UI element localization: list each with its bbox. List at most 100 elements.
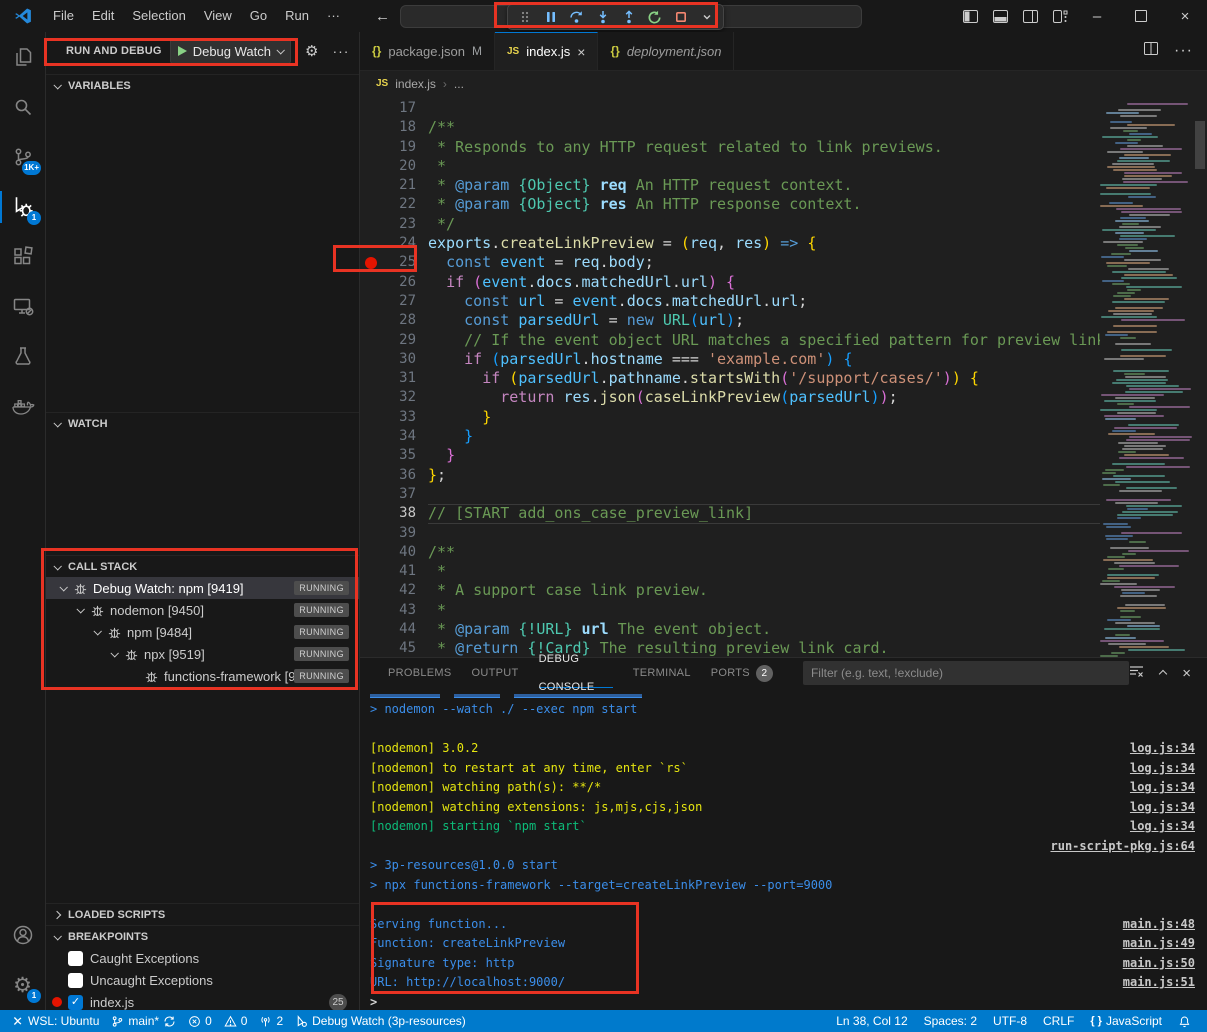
- section-loaded-scripts[interactable]: LOADED SCRIPTS: [46, 903, 359, 926]
- code-text[interactable]: }: [428, 427, 1100, 446]
- breakpoint-slot[interactable]: [360, 176, 382, 195]
- breakpoint-slot[interactable]: [360, 253, 382, 272]
- status-debug-item[interactable]: Debug Watch (3p-resources): [289, 1010, 472, 1032]
- source-link[interactable]: log.js:34: [1130, 759, 1195, 779]
- code-text[interactable]: [428, 524, 1100, 543]
- activity-item-docker[interactable]: [0, 382, 45, 432]
- breakpoint-slot[interactable]: [360, 581, 382, 600]
- menu-item-moremoremore[interactable]: ···: [318, 0, 349, 32]
- gutter[interactable]: 28: [360, 311, 428, 330]
- source-link[interactable]: log.js:34: [1130, 778, 1195, 798]
- minimize-button[interactable]: –: [1075, 1, 1119, 31]
- gutter[interactable]: 19: [360, 138, 428, 157]
- breakpoint-slot[interactable]: [360, 292, 382, 311]
- code-text[interactable]: * @return {!Card} The resulting preview …: [428, 639, 1100, 657]
- breakpoint-slot[interactable]: [360, 601, 382, 620]
- section-breakpoints[interactable]: BREAKPOINTS: [46, 925, 359, 948]
- panel-tab-ports[interactable]: PORTS2: [711, 658, 773, 688]
- status-warning-item[interactable]: 0: [218, 1010, 254, 1032]
- breadcrumb-file[interactable]: index.js: [395, 77, 436, 91]
- panel-tab-terminal[interactable]: TERMINAL: [633, 658, 691, 688]
- breakpoint-dot-icon[interactable]: [365, 257, 377, 269]
- gutter[interactable]: 38: [360, 504, 428, 523]
- call-stack-row[interactable]: functions-framework [954...RUNNING: [46, 665, 359, 687]
- code-text[interactable]: if (event.docs.matchedUrl.url) {: [428, 273, 1100, 292]
- tab-package.json[interactable]: {}package.jsonM: [360, 32, 495, 70]
- pause-icon[interactable]: [539, 6, 562, 28]
- debug-settings-gear-icon[interactable]: ⚙: [305, 42, 318, 60]
- breakpoint-slot[interactable]: [360, 195, 382, 214]
- breakpoint-slot[interactable]: [360, 138, 382, 157]
- status-text-item[interactable]: CRLF: [1035, 1014, 1082, 1028]
- breadcrumb[interactable]: JS index.js › ...: [360, 71, 1207, 96]
- checkbox[interactable]: [68, 951, 83, 966]
- gutter[interactable]: 40: [360, 543, 428, 562]
- breakpoint-slot[interactable]: [360, 524, 382, 543]
- gutter[interactable]: 31: [360, 369, 428, 388]
- chevron-down-icon[interactable]: [695, 6, 718, 28]
- code-text[interactable]: };: [428, 466, 1100, 485]
- code-text[interactable]: if (parsedUrl.hostname === 'example.com'…: [428, 350, 1100, 369]
- status-braces-item[interactable]: { }JavaScript: [1082, 1014, 1170, 1028]
- breakpoint-slot[interactable]: [360, 311, 382, 330]
- breakpoint-slot[interactable]: [360, 543, 382, 562]
- code-text[interactable]: * @param {Object} req An HTTP request co…: [428, 176, 1100, 195]
- breakpoint-row[interactable]: ✓index.js25: [46, 991, 359, 1010]
- gutter[interactable]: 39: [360, 524, 428, 543]
- close-button[interactable]: ×: [1163, 1, 1207, 31]
- breakpoint-row[interactable]: Uncaught Exceptions: [46, 969, 359, 991]
- gutter[interactable]: 45: [360, 639, 428, 657]
- gutter[interactable]: 18: [360, 118, 428, 137]
- breakpoint-slot[interactable]: [360, 446, 382, 465]
- code-text[interactable]: // [START add_ons_case_preview_link]: [428, 504, 1100, 523]
- start-debug-icon[interactable]: [178, 46, 187, 56]
- menu-item-go[interactable]: Go: [241, 0, 276, 32]
- debug-console[interactable]: > nodemon --watch ./ --exec npm start[no…: [360, 688, 1207, 1010]
- activity-item-extensions[interactable]: [0, 232, 45, 282]
- launch-config-dropdown[interactable]: Debug Watch: [170, 38, 291, 64]
- activity-item-remote-explorer[interactable]: [0, 282, 45, 332]
- gutter[interactable]: 37: [360, 485, 428, 504]
- gutter[interactable]: 20: [360, 157, 428, 176]
- gutter[interactable]: 23: [360, 215, 428, 234]
- breakpoint-slot[interactable]: [360, 485, 382, 504]
- restart-icon[interactable]: [643, 6, 666, 28]
- status-bell-item[interactable]: [1170, 1015, 1199, 1028]
- code-text[interactable]: if (parsedUrl.pathname.startsWith('/supp…: [428, 369, 1100, 388]
- call-stack-row[interactable]: npx [9519]RUNNING: [46, 643, 359, 665]
- gutter[interactable]: 36: [360, 466, 428, 485]
- code-text[interactable]: *: [428, 601, 1100, 620]
- call-stack-row[interactable]: Debug Watch: npm [9419]RUNNING: [46, 577, 359, 599]
- step-into-icon[interactable]: [591, 6, 614, 28]
- breakpoint-slot[interactable]: [360, 388, 382, 407]
- close-tab-icon[interactable]: ×: [577, 44, 585, 60]
- editor-more-icon[interactable]: ···: [1174, 42, 1193, 60]
- code-text[interactable]: * @param {Object} res An HTTP response c…: [428, 195, 1100, 214]
- breadcrumb-symbol[interactable]: ...: [454, 77, 464, 91]
- source-link[interactable]: main.js:50: [1123, 954, 1195, 974]
- call-stack-row[interactable]: nodemon [9450]RUNNING: [46, 599, 359, 621]
- console-filter-input[interactable]: [803, 661, 1129, 685]
- code-text[interactable]: * Responds to any HTTP request related t…: [428, 138, 1100, 157]
- editor-scrollbar[interactable]: [1193, 96, 1207, 657]
- gutter[interactable]: 42: [360, 581, 428, 600]
- source-link[interactable]: log.js:34: [1130, 739, 1195, 759]
- call-stack-row[interactable]: npm [9484]RUNNING: [46, 621, 359, 643]
- code-text[interactable]: *: [428, 157, 1100, 176]
- activity-item-run-and-debug[interactable]: 1: [0, 182, 45, 232]
- code-text[interactable]: }: [428, 408, 1100, 427]
- breakpoint-slot[interactable]: [360, 118, 382, 137]
- gutter[interactable]: 34: [360, 427, 428, 446]
- gutter[interactable]: 27: [360, 292, 428, 311]
- status-ports-item[interactable]: 2: [253, 1010, 289, 1032]
- gutter[interactable]: 24: [360, 234, 428, 253]
- gutter[interactable]: 32: [360, 388, 428, 407]
- gutter[interactable]: 41: [360, 562, 428, 581]
- checkbox[interactable]: [68, 973, 83, 988]
- status-text-item[interactable]: UTF-8: [985, 1014, 1035, 1028]
- section-watch[interactable]: WATCH: [46, 412, 359, 435]
- gutter[interactable]: 43: [360, 601, 428, 620]
- source-link[interactable]: main.js:48: [1123, 915, 1195, 935]
- minimap[interactable]: [1100, 96, 1193, 657]
- gutter[interactable]: 26: [360, 273, 428, 292]
